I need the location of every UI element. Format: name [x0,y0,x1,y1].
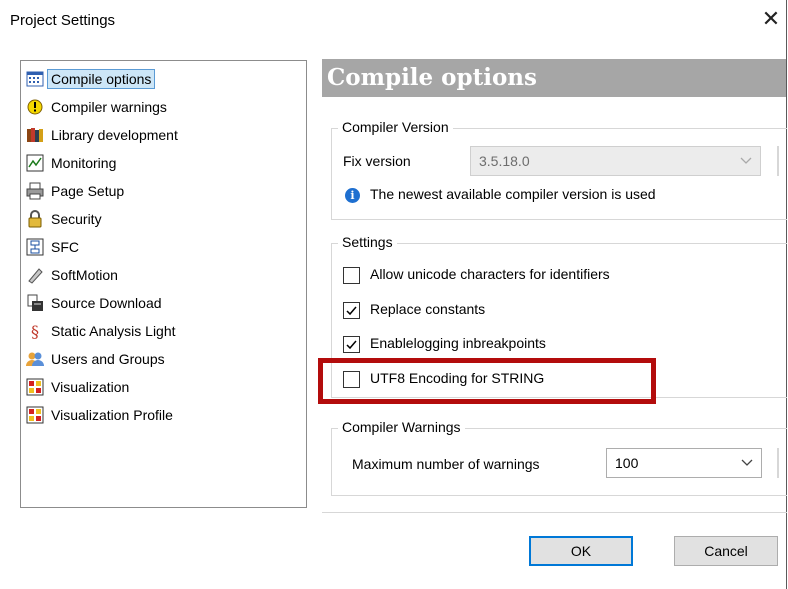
users-icon [26,350,44,368]
sidebar-item-source-download[interactable]: Source Download [26,291,241,315]
sidebar-item-label: Page Setup [51,183,125,199]
sidebar-item-monitoring[interactable]: Monitoring [26,151,241,175]
sidebar-item-label: Visualization [51,379,130,395]
sidebar-item-page-setup[interactable]: Page Setup [26,179,241,203]
source-download-icon [26,294,44,312]
sidebar-item-label: Users and Groups [51,351,165,367]
info-icon: i [345,188,360,203]
enable-logging-checkbox[interactable] [343,336,360,353]
max-warnings-label: Maximum number of warnings [352,456,540,472]
cancel-button[interactable]: Cancel [674,536,778,566]
highlight-box [318,358,656,404]
scroll-edge [777,146,779,176]
visualization-profile-icon [26,406,44,424]
sidebar-item-label: Monitoring [51,155,117,171]
sidebar-item-compile-options[interactable]: Compile options [26,67,241,91]
warning-icon [26,98,44,116]
fix-version-label: Fix version [343,153,411,169]
sidebar-item-security[interactable]: Security [26,207,241,231]
divider [322,512,787,513]
allow-unicode-label: Allow unicode characters for identifiers [370,266,610,282]
close-icon[interactable]: ✕ [758,4,784,34]
sidebar-item-label: SFC [51,239,79,255]
fix-version-select[interactable]: 3.5.18.0 [470,146,761,176]
sidebar-item-visualization-profile[interactable]: Visualization Profile [26,403,241,427]
compiler-version-label: Compiler Version [338,119,453,135]
chevron-down-icon [741,449,753,487]
paragraph-icon: § [31,321,39,341]
settings-label: Settings [338,234,397,250]
sidebar-item-label: Compiler warnings [51,99,167,115]
compiler-info-text: The newest available compiler version is… [370,186,656,202]
sidebar-item-label: Visualization Profile [51,407,173,423]
max-warnings-value: 100 [615,455,639,471]
sfc-icon [26,238,44,256]
fix-version-value: 3.5.18.0 [479,153,530,169]
allow-unicode-checkbox[interactable] [343,267,360,284]
sidebar-item-label: Security [51,211,102,227]
sidebar-item-label: Library development [51,127,178,143]
sidebar-item-label: SoftMotion [51,267,118,283]
checkmark-icon [346,340,357,350]
sidebar-item-library-development[interactable]: Library development [26,123,241,147]
sidebar-item-compiler-warnings[interactable]: Compiler warnings [26,95,241,119]
settings-category-list[interactable]: Compile options Compiler warnings Librar… [20,60,307,508]
replace-constants-checkbox[interactable] [343,302,360,319]
page-title: Compile options [322,59,786,97]
replace-constants-label: Replace constants [370,301,486,317]
lock-icon [26,210,44,228]
dialog-title: Project Settings [10,12,116,29]
softmotion-icon [26,266,44,284]
scroll-edge [777,448,779,478]
checkmark-icon [346,306,357,316]
sidebar-item-label: Static Analysis Light [51,323,176,339]
sidebar-item-softmotion[interactable]: SoftMotion [26,263,241,287]
ok-button[interactable]: OK [529,536,633,566]
printer-icon [26,182,44,200]
sidebar-item-visualization[interactable]: Visualization [26,375,241,399]
visualization-icon [26,378,44,396]
compile-options-icon [26,70,44,88]
max-warnings-select[interactable]: 100 [606,448,762,478]
sidebar-item-label: Source Download [51,295,162,311]
monitoring-icon [26,154,44,172]
sidebar-item-static-analysis-light[interactable]: § Static Analysis Light [26,319,241,343]
compiler-warnings-label: Compiler Warnings [338,419,465,435]
enable-logging-label: Enablelogging inbreakpoints [370,335,546,351]
sidebar-item-sfc[interactable]: SFC [26,235,241,259]
library-icon [26,126,44,144]
chevron-down-icon [740,147,752,185]
sidebar-item-users-and-groups[interactable]: Users and Groups [26,347,241,371]
sidebar-item-label: Compile options [47,69,156,89]
project-settings-dialog: Project Settings ✕ Compile options Compi… [0,0,787,589]
